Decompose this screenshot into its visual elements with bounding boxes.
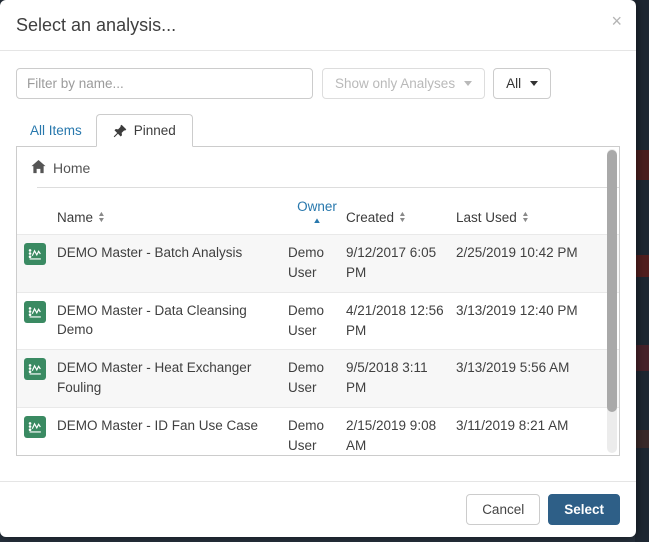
analysis-owner: Demo User <box>288 243 346 284</box>
analysis-icon <box>24 243 46 265</box>
backdrop-artifact <box>635 345 649 371</box>
table-header-row: Name ▲▼ Owner ▲ Created ▲▼ Last Used <box>17 188 619 234</box>
analysis-created: 2/15/2019 9:08 AM <box>346 416 456 457</box>
home-icon <box>31 160 46 177</box>
cell-icon <box>17 301 57 323</box>
column-label: Last Used <box>456 210 517 225</box>
table-row[interactable]: DEMO Master - ID Fan Use Case Demo User … <box>17 407 619 457</box>
analysis-created: 4/21/2018 12:56 PM <box>346 301 456 342</box>
pin-icon <box>113 124 127 138</box>
column-label: Owner <box>297 199 337 214</box>
analysis-created: 9/5/2018 3:11 PM <box>346 358 456 399</box>
vertical-scrollbar[interactable] <box>607 149 617 453</box>
column-header-name[interactable]: Name ▲▼ <box>57 210 288 225</box>
chevron-down-icon <box>464 81 472 86</box>
sort-icon: ▲▼ <box>399 212 406 224</box>
cell-icon <box>17 243 57 265</box>
items-table-panel: Home Name ▲▼ Owner ▲ Created <box>16 146 620 456</box>
cancel-button[interactable]: Cancel <box>466 494 540 525</box>
analysis-last-used: 3/13/2019 5:56 AM <box>456 358 619 378</box>
column-header-created[interactable]: Created ▲▼ <box>346 210 456 225</box>
dropdown-label: Show only Analyses <box>335 76 455 91</box>
analysis-last-used: 3/11/2019 8:21 AM <box>456 416 619 436</box>
column-header-owner[interactable]: Owner ▲ <box>288 199 346 225</box>
modal-title: Select an analysis... <box>16 15 620 36</box>
analysis-last-used: 2/25/2019 10:42 PM <box>456 243 619 263</box>
analysis-icon <box>24 358 46 380</box>
select-analysis-modal: Select an analysis... × Show only Analys… <box>0 0 636 537</box>
tab-bar: All Items Pinned <box>16 113 620 146</box>
show-only-analyses-dropdown[interactable]: Show only Analyses <box>322 68 485 99</box>
analysis-icon <box>24 416 46 438</box>
cell-icon <box>17 358 57 380</box>
analysis-owner: Demo User <box>288 301 346 342</box>
filter-row: Show only Analyses All <box>16 68 620 99</box>
close-icon[interactable]: × <box>611 12 622 30</box>
filter-by-name-input[interactable] <box>16 68 313 99</box>
sort-icon: ▲▼ <box>98 212 105 224</box>
column-header-last-used[interactable]: Last Used ▲▼ <box>456 210 619 225</box>
column-label: Created <box>346 210 394 225</box>
analysis-owner: Demo User <box>288 416 346 457</box>
cell-icon <box>17 416 57 438</box>
backdrop-artifact <box>635 150 649 180</box>
select-button[interactable]: Select <box>548 494 620 525</box>
tab-all-items[interactable]: All Items <box>16 115 96 146</box>
tab-pinned-label: Pinned <box>134 123 176 138</box>
backdrop-artifact <box>635 255 649 277</box>
analysis-name: DEMO Master - Heat Exchanger Fouling <box>57 358 288 397</box>
analysis-name: DEMO Master - Batch Analysis <box>57 243 288 263</box>
analysis-icon <box>24 301 46 323</box>
chevron-down-icon <box>530 81 538 86</box>
dropdown-label: All <box>506 76 521 91</box>
analysis-name: DEMO Master - Data Cleansing Demo <box>57 301 288 340</box>
table-row[interactable]: DEMO Master - Data Cleansing Demo Demo U… <box>17 292 619 350</box>
sort-ascending-icon: ▲ <box>312 216 322 225</box>
breadcrumb[interactable]: Home <box>17 147 619 187</box>
table-row[interactable]: DEMO Master - Heat Exchanger Fouling Dem… <box>17 349 619 407</box>
modal-header: Select an analysis... × <box>0 0 636 51</box>
sort-icon: ▲▼ <box>522 212 529 224</box>
analysis-name: DEMO Master - ID Fan Use Case <box>57 416 288 436</box>
analysis-created: 9/12/2017 6:05 PM <box>346 243 456 284</box>
breadcrumb-home-label: Home <box>53 160 90 176</box>
backdrop-artifact <box>635 430 649 448</box>
modal-body: Show only Analyses All All Items Pinned <box>0 51 636 481</box>
all-scope-dropdown[interactable]: All <box>493 68 551 99</box>
column-label: Name <box>57 210 93 225</box>
tab-pinned[interactable]: Pinned <box>96 114 193 147</box>
table-row[interactable]: DEMO Master - Batch Analysis Demo User 9… <box>17 234 619 292</box>
scrollbar-thumb[interactable] <box>607 150 617 412</box>
analysis-last-used: 3/13/2019 12:40 PM <box>456 301 619 321</box>
analysis-owner: Demo User <box>288 358 346 399</box>
modal-footer: Cancel Select <box>0 481 636 537</box>
